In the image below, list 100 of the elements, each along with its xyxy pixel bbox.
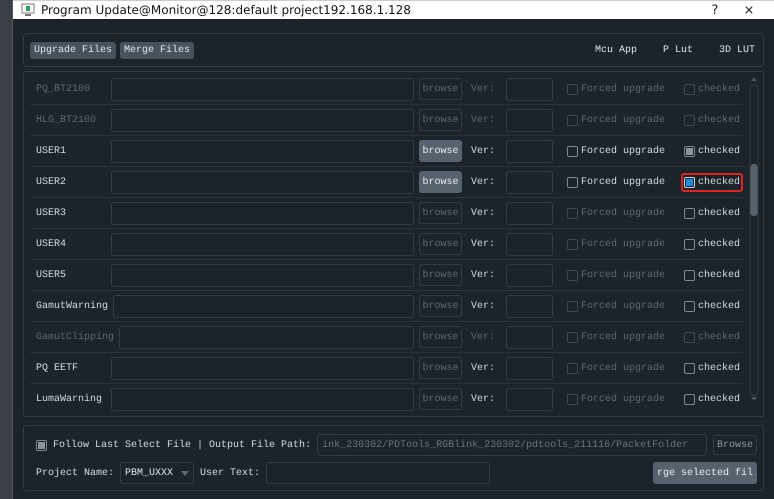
checkbox-label: Forced upgrade <box>580 300 665 312</box>
checkbox-label: Forced upgrade <box>580 208 665 218</box>
browse-button[interactable]: browse <box>418 326 462 348</box>
browse-button[interactable]: browse <box>418 140 462 162</box>
checkbox-label: Forced upgrade <box>580 176 665 188</box>
checkbox[interactable] <box>684 270 695 280</box>
checkbox-label: checked <box>698 394 740 404</box>
version-field[interactable] <box>506 326 553 348</box>
browse-button[interactable]: browse <box>418 264 462 286</box>
file-path-field[interactable] <box>119 326 414 348</box>
checkbox[interactable] <box>566 332 578 342</box>
user-text-field[interactable] <box>266 462 490 484</box>
checkbox[interactable] <box>684 146 695 156</box>
checkbox[interactable] <box>566 208 578 218</box>
file-path-field[interactable] <box>111 232 414 256</box>
version-field[interactable] <box>506 232 553 256</box>
checkbox-label: checked <box>698 84 740 94</box>
checkbox[interactable] <box>684 394 695 404</box>
checkbox-label: checked <box>698 270 740 280</box>
checkbox[interactable] <box>36 440 47 450</box>
file-label: GamutWarning <box>36 300 108 312</box>
checkbox[interactable] <box>684 114 695 126</box>
field-label: Project Name: <box>36 468 114 478</box>
browse-button[interactable]: browse <box>418 171 462 193</box>
file-path-field[interactable] <box>111 170 414 194</box>
checkbox-label: Forced upgrade <box>580 362 665 374</box>
file-path-field[interactable] <box>111 202 414 224</box>
version-label: Ver: <box>470 300 496 312</box>
checkbox[interactable] <box>566 146 578 156</box>
checkbox[interactable] <box>566 300 578 312</box>
section-label: P Lut <box>662 44 693 56</box>
tab-button[interactable]: Merge Files <box>120 42 194 58</box>
version-field[interactable] <box>506 78 553 100</box>
separator-text: | <box>197 440 204 450</box>
file-path-field[interactable] <box>111 356 414 380</box>
checkbox[interactable] <box>684 362 695 374</box>
version-field[interactable] <box>506 202 553 224</box>
checkbox-label: Follow Last Select File <box>53 440 192 450</box>
browse-button[interactable]: browse <box>418 233 462 255</box>
output-path-field[interactable]: ink_230302/PDTools_RGBlink_230302/pdtools_211116/PacketFolder <box>317 434 707 456</box>
browse-button[interactable]: browse <box>418 78 462 100</box>
file-path-field[interactable] <box>111 78 414 100</box>
help-button[interactable]: ? <box>698 2 732 18</box>
project-dropdown[interactable]: PBM_UXXX <box>120 462 194 484</box>
checkbox[interactable] <box>566 238 578 250</box>
version-field[interactable] <box>506 140 553 162</box>
checkbox-label: Forced upgrade <box>580 394 665 404</box>
checkbox[interactable] <box>684 84 695 94</box>
checkbox[interactable] <box>566 394 578 404</box>
file-label: PQ EETF <box>36 362 80 374</box>
version-label: Ver: <box>470 208 496 218</box>
browse-button[interactable]: browse <box>418 357 462 379</box>
checkbox[interactable] <box>684 332 695 342</box>
checkbox-label: checked <box>698 208 740 218</box>
file-path-field[interactable] <box>113 294 414 318</box>
file-label: USER1 <box>36 146 68 156</box>
version-field[interactable] <box>506 264 553 286</box>
file-path-field[interactable] <box>111 264 414 286</box>
file-label: HLG_BT2100 <box>36 114 98 126</box>
dropdown-value: PBM_UXXX <box>125 468 174 478</box>
checkbox[interactable] <box>684 300 695 312</box>
checkbox-label: checked <box>698 362 740 374</box>
browse-button[interactable]: browse <box>418 202 462 224</box>
checkbox-label: Forced upgrade <box>580 238 665 250</box>
browse-button[interactable]: browse <box>418 295 462 317</box>
checkbox[interactable] <box>684 238 695 250</box>
browse-button[interactable]: browse <box>418 109 462 131</box>
version-field[interactable] <box>506 108 553 132</box>
tab-button[interactable]: Upgrade Files <box>30 42 116 58</box>
browse-button[interactable]: Browse <box>712 435 757 455</box>
version-field[interactable] <box>506 356 553 380</box>
file-label: GamutClipping <box>36 332 114 342</box>
file-label: USER3 <box>36 208 68 218</box>
checkbox[interactable] <box>566 362 578 374</box>
checkbox-label: Forced upgrade <box>580 270 665 280</box>
window-title: Program Update@Monitor@128:default project192.168.1.128 <box>41 3 412 17</box>
version-label: Ver: <box>470 270 496 280</box>
version-field[interactable] <box>506 294 553 318</box>
version-field[interactable] <box>506 170 553 194</box>
version-field[interactable] <box>506 388 553 410</box>
checkbox-label: checked <box>698 300 740 312</box>
app-icon <box>21 3 35 17</box>
version-label: Ver: <box>470 394 496 404</box>
merge-button[interactable]: rge selected fil <box>652 462 757 484</box>
file-path-field[interactable] <box>111 108 414 132</box>
file-label: USER4 <box>36 238 68 250</box>
checkbox[interactable] <box>684 208 695 218</box>
checkbox-label: checked <box>698 238 740 250</box>
section-label: Mcu App <box>594 44 637 56</box>
section-label: 3D LUT <box>718 44 755 56</box>
browse-button[interactable]: browse <box>418 388 462 410</box>
checkbox-label: checked <box>698 114 740 126</box>
file-path-field[interactable] <box>111 140 414 162</box>
close-button[interactable]: × <box>732 2 766 18</box>
file-label: USER5 <box>36 270 68 280</box>
file-path-field[interactable] <box>111 388 414 410</box>
checkbox[interactable] <box>566 270 578 280</box>
checkbox[interactable] <box>566 176 578 188</box>
checkbox[interactable] <box>566 114 578 126</box>
checkbox[interactable] <box>566 84 578 94</box>
